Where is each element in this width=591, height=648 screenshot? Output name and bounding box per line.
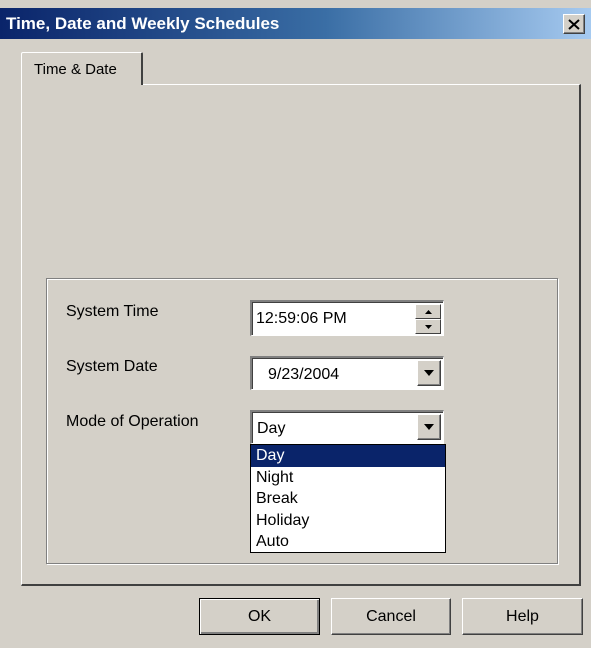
mode-select[interactable]: Day [250,410,444,444]
help-button[interactable]: Help [462,598,583,635]
tab-label: Time & Date [34,61,117,78]
mode-option-auto[interactable]: Auto [251,531,445,553]
close-button[interactable] [563,14,585,34]
mode-value[interactable]: Day [257,420,285,438]
chevron-down-icon [424,424,434,430]
mode-label: Mode of Operation [66,413,199,430]
system-date-field[interactable]: 9/23/2004 [250,356,444,390]
title-bar[interactable]: Time, Date and Weekly Schedules [0,8,591,39]
spin-up-button[interactable] [415,304,441,319]
spin-up-icon [424,309,432,314]
cancel-button[interactable]: Cancel [331,598,451,635]
spin-down-button[interactable] [415,319,441,334]
system-time-value[interactable]: 12:59:06 PM [256,310,347,328]
system-time-label: System Time [66,303,159,320]
mode-dropdown-list: Day Night Break Holiday Auto [250,444,446,553]
mode-option-holiday[interactable]: Holiday [251,510,445,532]
mode-option-day[interactable]: Day [251,445,445,467]
mode-dropdown-button[interactable] [417,414,441,440]
system-date-value[interactable]: 9/23/2004 [268,366,339,384]
window-title: Time, Date and Weekly Schedules [6,14,280,33]
date-dropdown-button[interactable] [417,360,441,386]
ok-button[interactable]: OK [199,598,320,635]
dialog-window: Time, Date and Weekly Schedules Time & D… [0,0,591,648]
tab-time-date[interactable]: Time & Date [21,52,143,85]
system-time-field[interactable]: 12:59:06 PM [250,300,444,336]
close-icon [568,18,580,30]
chevron-down-icon [424,370,434,376]
mode-option-night[interactable]: Night [251,467,445,489]
system-date-label: System Date [66,358,158,375]
time-spinner[interactable] [415,304,441,334]
mode-option-break[interactable]: Break [251,488,445,510]
spin-down-icon [424,324,432,329]
